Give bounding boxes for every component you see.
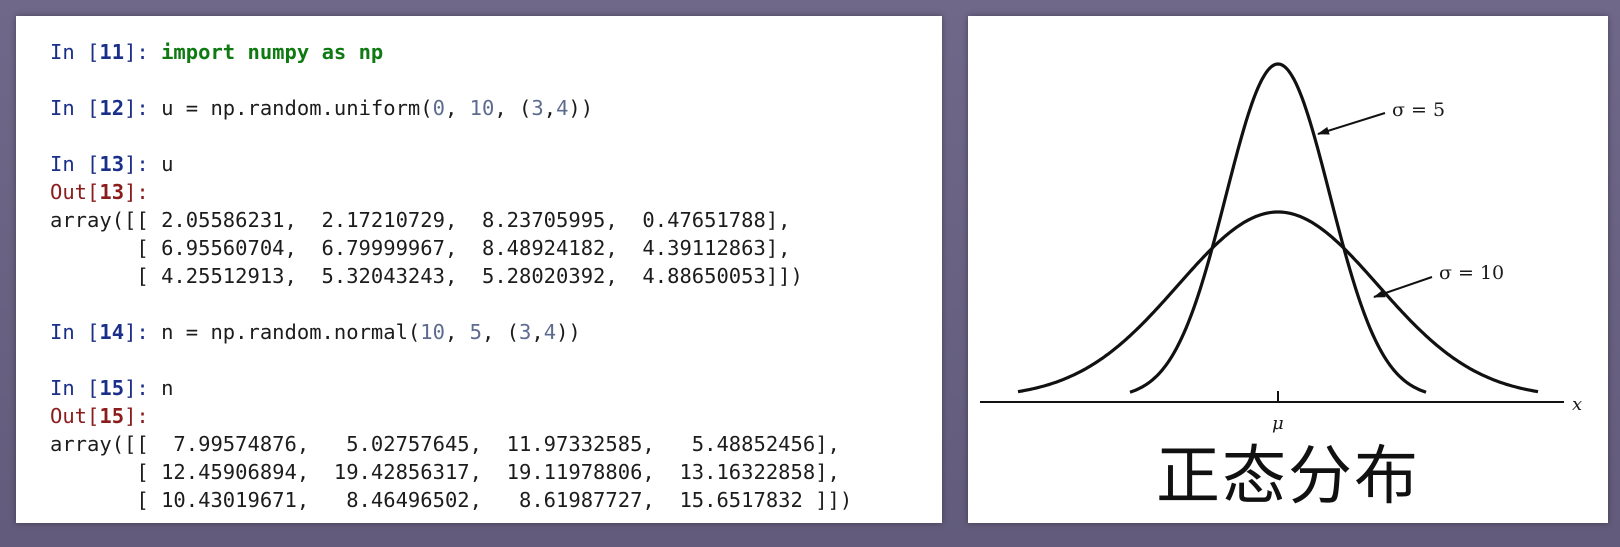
- output-line: [ 4.25512913, 5.32043243, 5.28020392, 4.…: [50, 264, 803, 288]
- in-number: 12: [99, 96, 125, 120]
- out-prompt: Out[15]:: [50, 404, 149, 428]
- in-number: 11: [99, 40, 125, 64]
- out-prompt: Out[13]:: [50, 180, 149, 204]
- input-line[interactable]: In [12]: u = np.random.uniform(0, 10, (3…: [50, 94, 942, 122]
- normal-distribution-figure: σ = 5 σ = 10 μ x 正态分布: [968, 16, 1608, 523]
- code-text: n = np.random.normal(10, 5, (3,4)): [161, 320, 581, 344]
- code-text: u = np.random.uniform(0, 10, (3,4)): [161, 96, 594, 120]
- label-sigma-5: σ = 5: [1392, 99, 1445, 121]
- in-prompt: In [12]:: [50, 96, 162, 120]
- notebook-cell-12: In [12]: u = np.random.uniform(0, 10, (3…: [50, 94, 942, 122]
- output-line: array([[ 7.99574876, 5.02757645, 11.9733…: [50, 432, 840, 456]
- notebook-cell-15: In [15]: n Out[15]: array([[ 7.99574876,…: [50, 374, 942, 514]
- code-text: n: [161, 376, 174, 400]
- notebook-panel: In [11]: import numpy as np In [12]: u =…: [16, 16, 942, 523]
- in-prompt: In [13]:: [50, 152, 162, 176]
- input-line[interactable]: In [11]: import numpy as np: [50, 38, 942, 66]
- input-line[interactable]: In [14]: n = np.random.normal(10, 5, (3,…: [50, 318, 942, 346]
- in-prompt: In [14]:: [50, 320, 162, 344]
- input-line[interactable]: In [15]: n: [50, 374, 942, 402]
- notebook-cell-14: In [14]: n = np.random.normal(10, 5, (3,…: [50, 318, 942, 346]
- keyword-as: as: [321, 40, 347, 64]
- input-line[interactable]: In [13]: u: [50, 150, 942, 178]
- output-line: [ 10.43019671, 8.46496502, 8.61987727, 1…: [50, 488, 853, 512]
- code-text: u: [161, 152, 174, 176]
- output-line: [ 6.95560704, 6.79999967, 8.48924182, 4.…: [50, 236, 791, 260]
- mu-label: μ: [1272, 413, 1284, 434]
- in-number: 15: [99, 376, 125, 400]
- output-prompt-line: Out[13]:: [50, 178, 942, 206]
- arrow-sigma-10: [1373, 276, 1433, 298]
- out-number: 13: [99, 180, 125, 204]
- x-axis-label: x: [1572, 394, 1582, 415]
- notebook-cell-13: In [13]: u Out[13]: array([[ 2.05586231,…: [50, 150, 942, 290]
- output-line: array([[ 2.05586231, 2.17210729, 8.23705…: [50, 208, 791, 232]
- in-number: 14: [99, 320, 125, 344]
- keyword-import: import: [161, 40, 236, 64]
- in-prompt: In [15]:: [50, 376, 162, 400]
- notebook-cell-11: In [11]: import numpy as np: [50, 38, 942, 66]
- curve-sigma-10: [1017, 210, 1539, 394]
- module-alias: np: [358, 40, 384, 64]
- figure-caption: 正态分布: [1156, 440, 1420, 514]
- out-number: 15: [99, 404, 125, 428]
- output-prompt-line: Out[15]:: [50, 402, 942, 430]
- output-line: [ 12.45906894, 19.42856317, 19.11978806,…: [50, 460, 840, 484]
- label-sigma-10: σ = 10: [1439, 262, 1504, 284]
- arrow-sigma-5: [1317, 112, 1386, 135]
- module-name: numpy: [247, 40, 310, 64]
- in-number: 13: [99, 152, 125, 176]
- in-prompt: In [11]:: [50, 40, 162, 64]
